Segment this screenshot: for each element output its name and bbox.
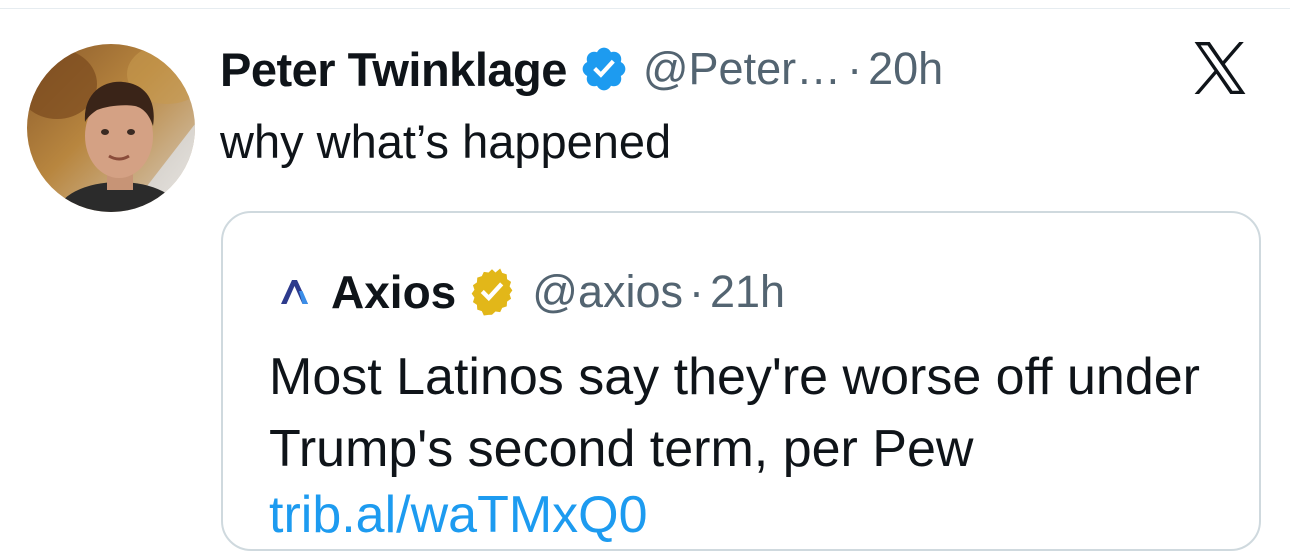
author-handle[interactable]: @Peter… bbox=[643, 43, 841, 95]
tweet[interactable]: Peter Twinklage @Peter… · 20h why what’s… bbox=[0, 0, 1290, 551]
post-text: why what’s happened bbox=[220, 115, 672, 168]
x-logo-icon[interactable] bbox=[1180, 42, 1260, 94]
quoted-post-link[interactable]: trib.al/waTMxQ0 bbox=[269, 485, 648, 545]
author-name[interactable]: Peter Twinklage bbox=[220, 42, 567, 97]
verified-badge-icon bbox=[582, 47, 626, 91]
post-header: Peter Twinklage @Peter… · 20h bbox=[220, 38, 943, 100]
avatar-photo bbox=[27, 44, 195, 212]
axios-logo-icon bbox=[281, 280, 308, 304]
avatar[interactable] bbox=[27, 44, 195, 212]
quoted-author-name[interactable]: Axios bbox=[331, 265, 456, 319]
quoted-author-handle[interactable]: @axios bbox=[532, 266, 683, 318]
post-time[interactable]: 20h bbox=[868, 43, 943, 95]
quoted-post-time[interactable]: 21h bbox=[710, 266, 785, 318]
quoted-post-text: Most Latinos say they're worse off under… bbox=[269, 348, 1200, 478]
separator-dot: · bbox=[847, 43, 863, 94]
quoted-post-card[interactable]: Axios @axios · 21h Most Latinos say they… bbox=[221, 211, 1261, 551]
separator-dot: · bbox=[689, 266, 704, 317]
gold-verified-badge-icon bbox=[471, 268, 513, 316]
quoted-post-header: Axios @axios · 21h bbox=[279, 263, 785, 321]
